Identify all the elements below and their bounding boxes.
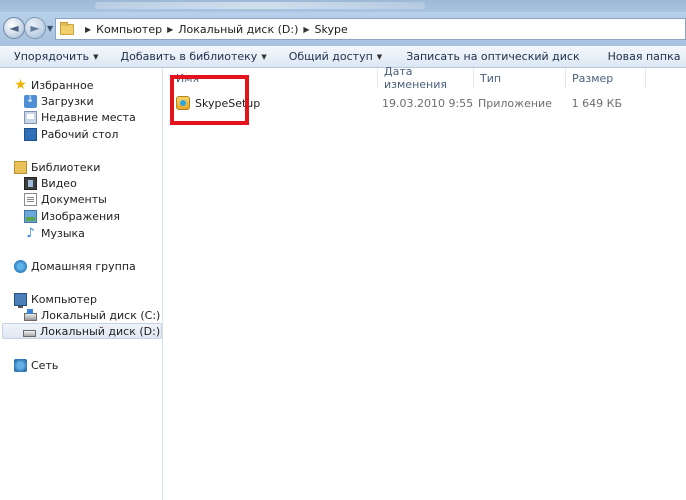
sidebar-item-label: Музыка [41, 226, 85, 240]
sidebar-item-label: Рабочий стол [41, 127, 119, 141]
sidebar-libraries[interactable]: Библиотеки [14, 159, 100, 175]
sidebar-item-label: Избранное [31, 78, 94, 92]
new-folder-button[interactable]: Новая папка [602, 50, 686, 63]
file-name: SkypeSetup [195, 96, 261, 110]
sidebar-item-label: Библиотеки [31, 160, 101, 174]
sidebar-item-label: Изображения [41, 209, 120, 223]
sidebar-computer[interactable]: Компьютер [14, 291, 97, 308]
address-row: ◄ ► ▼ ▶ Компьютер ▶ Локальный диск (D:) … [0, 12, 686, 46]
system-drive-icon [24, 308, 37, 321]
sidebar-item-label: Документы [41, 192, 107, 206]
window-title-bar [0, 0, 686, 12]
chevron-down-icon: ▼ [93, 52, 99, 61]
recent-places-icon [24, 110, 37, 124]
sidebar-item-label: Домашняя группа [31, 259, 136, 273]
sidebar-item-label: Компьютер [31, 292, 97, 306]
sidebar-item-drive-c[interactable]: Локальный диск (C:) [24, 307, 160, 323]
desktop-icon [24, 127, 37, 141]
share-label: Общий доступ [288, 50, 373, 63]
folder-icon [60, 21, 74, 35]
breadcrumb-computer[interactable]: Компьютер [96, 23, 162, 36]
back-button[interactable]: ◄ [3, 17, 25, 39]
homegroup-icon [14, 259, 27, 273]
breadcrumb-chevron-icon[interactable]: ▶ [167, 25, 173, 34]
column-header-type[interactable]: Тип [474, 68, 566, 88]
libraries-icon [14, 160, 27, 174]
downloads-icon [24, 94, 37, 108]
recent-pages-dropdown-icon[interactable]: ▼ [47, 24, 53, 33]
add-to-library-label: Добавить в библиотеку [120, 50, 258, 63]
sidebar-item-pictures[interactable]: Изображения [24, 208, 120, 224]
sidebar-item-downloads[interactable]: Загрузки [24, 93, 94, 109]
network-icon [14, 358, 27, 372]
column-header-date[interactable]: Дата изменения [378, 65, 474, 91]
column-header-name[interactable]: Имя [170, 68, 378, 88]
sidebar-item-label: Видео [41, 176, 77, 190]
back-arrow-icon: ◄ [9, 21, 19, 35]
breadcrumb-drive-d[interactable]: Локальный диск (D:) [178, 23, 298, 36]
music-icon: ♪ [26, 225, 35, 241]
file-row[interactable]: SkypeSetup 19.03.2010 9:55 Приложение 1 … [170, 94, 680, 112]
organize-button[interactable]: Упорядочить ▼ [8, 50, 105, 63]
star-icon: ★ [14, 76, 27, 93]
column-header-label: Дата изменения [384, 65, 447, 91]
sidebar-favorites[interactable]: ★ Избранное [14, 77, 93, 93]
application-icon [176, 96, 190, 110]
column-header-label: Размер [572, 71, 614, 85]
column-header-label: Имя [176, 71, 200, 85]
sidebar-item-label: Недавние места [41, 110, 136, 124]
share-button[interactable]: Общий доступ ▼ [283, 50, 388, 63]
drive-icon [23, 329, 36, 337]
chevron-down-icon: ▼ [376, 52, 383, 61]
sidebar-item-recent-places[interactable]: Недавние места [24, 109, 136, 125]
documents-icon [24, 192, 37, 206]
burn-button[interactable]: Записать на оптический диск [400, 50, 585, 63]
sidebar-item-label: Локальный диск (D:) [40, 324, 161, 338]
sidebar-item-drive-d[interactable]: Локальный диск (D:) [2, 323, 162, 339]
title-bar-blurred-text [95, 2, 425, 9]
file-name-cell: SkypeSetup [176, 94, 260, 112]
sidebar-item-music[interactable]: ♪ Музыка [24, 225, 85, 241]
sidebar-network[interactable]: Сеть [14, 357, 58, 373]
burn-label: Записать на оптический диск [406, 50, 580, 63]
organize-label: Упорядочить [14, 50, 90, 63]
add-to-library-button[interactable]: Добавить в библиотеку ▼ [115, 50, 273, 63]
computer-icon [14, 292, 27, 308]
file-size-cell: 1 649 КБ [571, 96, 622, 110]
breadcrumb-skype[interactable]: Skype [315, 23, 348, 36]
column-header-size[interactable]: Размер [566, 68, 646, 88]
forward-arrow-icon: ► [30, 21, 40, 35]
column-header-label: Тип [480, 71, 502, 85]
sidebar-item-label: Сеть [31, 358, 59, 372]
chevron-down-icon: ▼ [261, 52, 267, 61]
navigation-pane: ★ Избранное Загрузки Недавние места Рабо… [0, 68, 163, 500]
video-icon [24, 176, 37, 190]
breadcrumb-chevron-icon[interactable]: ▶ [85, 25, 91, 34]
file-date-cell: 19.03.2010 9:55 [382, 96, 474, 110]
sidebar-item-label: Локальный диск (C:) [41, 308, 161, 322]
pictures-icon [24, 209, 37, 223]
sidebar-item-desktop[interactable]: Рабочий стол [24, 126, 118, 142]
sidebar-item-label: Загрузки [41, 94, 94, 108]
sidebar-homegroup[interactable]: Домашняя группа [14, 258, 136, 274]
breadcrumb-chevron-icon[interactable]: ▶ [303, 25, 309, 34]
command-bar: Упорядочить ▼ Добавить в библиотеку ▼ Общи… [0, 46, 686, 68]
file-type-cell: Приложение [478, 96, 552, 110]
sidebar-item-video[interactable]: Видео [24, 175, 77, 191]
sidebar-item-documents[interactable]: Документы [24, 191, 107, 207]
address-bar[interactable]: ▶ Компьютер ▶ Локальный диск (D:) ▶ Skyp… [55, 18, 686, 40]
file-list: Имя Дата изменения Тип Размер SkypeSetup… [164, 65, 686, 500]
forward-button[interactable]: ► [24, 17, 46, 39]
new-folder-label: Новая папка [607, 50, 681, 63]
